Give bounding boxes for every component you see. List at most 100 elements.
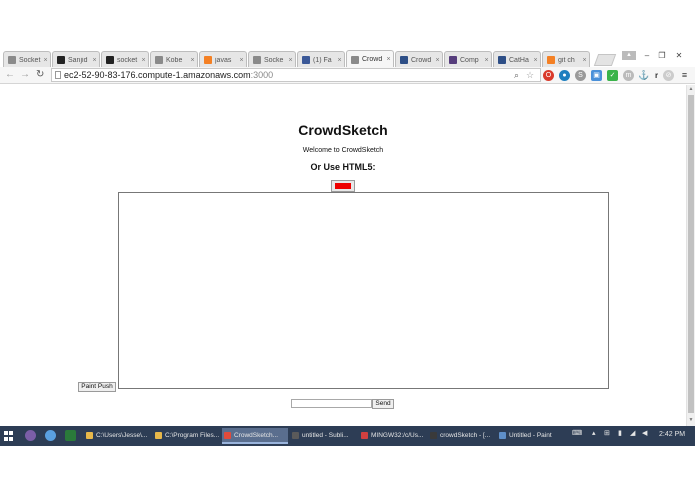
browser-tab[interactable]: Crowd × bbox=[395, 51, 443, 68]
browser-tab-label: Crowd bbox=[362, 56, 383, 63]
browser-tab-label: (1) Fa bbox=[313, 56, 332, 64]
new-tab-button[interactable] bbox=[593, 54, 617, 66]
menu-icon[interactable]: ≡ bbox=[679, 70, 690, 81]
close-window-icon[interactable]: ✕ bbox=[672, 51, 686, 60]
task-app-icon bbox=[155, 432, 162, 439]
taskbar-task[interactable]: MINGW32:/c/Us... bbox=[359, 428, 426, 444]
browser-tab-label: Comp bbox=[460, 56, 479, 64]
tab-close-icon[interactable]: × bbox=[433, 57, 442, 64]
wifi-icon[interactable]: ◢ bbox=[630, 429, 635, 437]
restore-icon[interactable]: ❐ bbox=[655, 51, 669, 60]
extension-icon[interactable]: m bbox=[623, 70, 634, 81]
taskbar-task[interactable]: CrowdSketch... bbox=[222, 428, 288, 444]
browser-tab-label: git ch bbox=[558, 56, 575, 64]
back-icon[interactable]: ← bbox=[5, 69, 15, 80]
extension-icon[interactable]: ▣ bbox=[591, 70, 602, 81]
tab-close-icon[interactable]: × bbox=[188, 57, 197, 64]
color-picker-button[interactable] bbox=[331, 180, 355, 192]
start-button[interactable] bbox=[4, 431, 14, 441]
task-app-icon bbox=[499, 432, 506, 439]
tray-windows-icon[interactable]: ⊞ bbox=[604, 429, 610, 437]
excel-icon[interactable] bbox=[65, 430, 76, 441]
browser-tab[interactable]: Comp × bbox=[444, 51, 492, 68]
tab-close-icon[interactable]: × bbox=[482, 57, 491, 64]
page-icon bbox=[253, 56, 261, 64]
tab-close-icon[interactable]: × bbox=[286, 57, 295, 64]
task-app-icon bbox=[86, 432, 93, 439]
taskbar-task[interactable]: Untitled - Paint bbox=[497, 428, 564, 444]
reload-icon[interactable]: ↻ bbox=[36, 69, 44, 80]
browser-tab[interactable]: Socke × bbox=[248, 51, 296, 68]
screen: ▲ – ❐ ✕ Socket × Sanjid × socket × Kobe × javas ×… bbox=[0, 0, 695, 494]
browser-tab[interactable]: Sanjid × bbox=[52, 51, 100, 68]
desktop-margin bbox=[0, 446, 695, 494]
minimize-icon[interactable]: – bbox=[640, 51, 654, 60]
paint-push-button[interactable]: Paint Push bbox=[78, 382, 116, 392]
internet-explorer-icon[interactable] bbox=[45, 430, 56, 441]
tab-close-icon[interactable]: × bbox=[90, 57, 99, 64]
browser-tab[interactable]: (1) Fa × bbox=[297, 51, 345, 68]
browser-tab[interactable]: Crowd × bbox=[346, 50, 394, 68]
page-icon bbox=[8, 56, 16, 64]
browser-tab[interactable]: Socket × bbox=[3, 51, 51, 68]
tab-close-icon[interactable]: × bbox=[237, 57, 246, 64]
url-port: :3000 bbox=[250, 70, 274, 80]
extension-icon[interactable]: ⊘ bbox=[663, 70, 674, 81]
browser-tab-label: javas bbox=[215, 56, 232, 64]
message-input[interactable] bbox=[291, 399, 372, 408]
browser-tab[interactable]: javas × bbox=[199, 51, 247, 68]
task-label: crowdSketch - [... bbox=[440, 432, 491, 439]
browser-toolbar: ← → ↻ ec2-52-90-83-176.compute-1.amazona… bbox=[0, 67, 695, 84]
tab-close-icon[interactable]: × bbox=[384, 56, 393, 63]
task-app-icon bbox=[292, 432, 299, 439]
anchor-icon[interactable]: ⚓ bbox=[638, 70, 649, 81]
page-info-icon[interactable] bbox=[55, 71, 61, 79]
volume-icon[interactable]: ◀ bbox=[642, 429, 647, 437]
task-app-icon bbox=[430, 432, 437, 439]
skype-icon[interactable]: S bbox=[575, 70, 586, 81]
vertical-scrollbar[interactable]: ▲ ▼ bbox=[686, 85, 695, 426]
taskbar-clock[interactable]: 2:42 PM bbox=[659, 431, 685, 438]
extension-icon[interactable]: ● bbox=[559, 70, 570, 81]
tray-expand-icon[interactable]: ▴ bbox=[592, 429, 596, 437]
taskbar-task[interactable]: C:\Program Files... bbox=[153, 428, 220, 444]
url-host: ec2-52-90-83-176.compute-1.amazonaws.com bbox=[64, 70, 251, 80]
extension-icon[interactable]: r bbox=[651, 70, 662, 81]
extension-icon[interactable]: ✓ bbox=[607, 70, 618, 81]
opera-icon[interactable]: O bbox=[543, 70, 554, 81]
task-label: untitled - Subli... bbox=[302, 432, 349, 439]
page-title: CrowdSketch bbox=[298, 122, 388, 138]
viber-icon[interactable] bbox=[25, 430, 36, 441]
tab-close-icon[interactable]: × bbox=[41, 57, 50, 64]
drawing-canvas[interactable] bbox=[118, 192, 609, 389]
scroll-up-icon[interactable]: ▲ bbox=[688, 86, 694, 92]
tab-close-icon[interactable]: × bbox=[531, 57, 540, 64]
scrollbar-thumb[interactable] bbox=[688, 95, 694, 413]
page-content: CrowdSketch Welcome to CrowdSketch Or Us… bbox=[0, 85, 686, 426]
browser-tab[interactable]: socket × bbox=[101, 51, 149, 68]
tab-close-icon[interactable]: × bbox=[139, 57, 148, 64]
taskbar-task[interactable]: untitled - Subli... bbox=[290, 428, 357, 444]
tab-close-icon[interactable]: × bbox=[335, 57, 344, 64]
search-icon[interactable]: ⌕ bbox=[514, 69, 519, 81]
address-bar[interactable]: ec2-52-90-83-176.compute-1.amazonaws.com… bbox=[51, 68, 541, 82]
browser-tab-strip: ▲ – ❐ ✕ Socket × Sanjid × socket × Kobe × javas ×… bbox=[0, 48, 695, 68]
send-button[interactable]: Send bbox=[372, 399, 394, 409]
browser-tab[interactable]: Kobe × bbox=[150, 51, 198, 68]
stackoverflow-icon bbox=[547, 56, 555, 64]
task-label: MINGW32:/c/Us... bbox=[371, 432, 424, 439]
browser-tab-label: Socket bbox=[19, 56, 41, 64]
tray-keyboard-icon[interactable]: ⌨ bbox=[572, 429, 582, 437]
forward-icon[interactable]: → bbox=[20, 69, 30, 80]
scroll-down-icon[interactable]: ▼ bbox=[688, 417, 694, 423]
taskbar-task[interactable]: crowdSketch - [... bbox=[428, 428, 495, 444]
taskbar-task[interactable]: C:\Users\Jesse\... bbox=[84, 428, 151, 444]
browser-tab[interactable]: git ch × bbox=[542, 51, 590, 68]
task-label: CrowdSketch... bbox=[234, 432, 279, 439]
browser-tab-label: Socke bbox=[264, 56, 284, 64]
user-profile-icon[interactable]: ▲ bbox=[622, 51, 636, 60]
tab-close-icon[interactable]: × bbox=[580, 57, 589, 64]
bookmark-star-icon[interactable]: ☆ bbox=[526, 69, 534, 81]
battery-icon[interactable]: ▮ bbox=[618, 429, 622, 437]
browser-tab[interactable]: CatHa × bbox=[493, 51, 541, 68]
